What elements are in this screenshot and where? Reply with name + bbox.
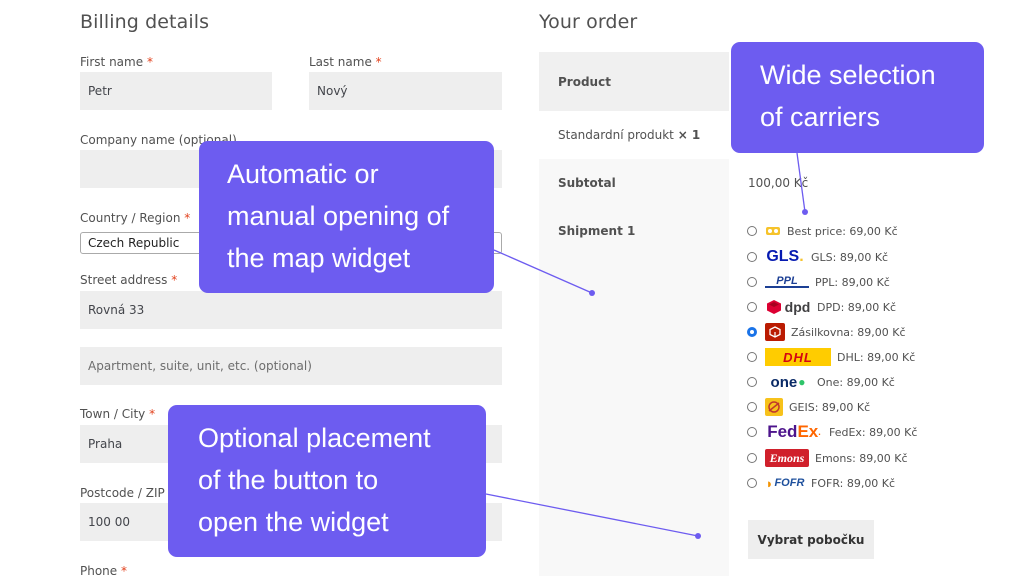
one-logo-icon: one ● (770, 373, 806, 391)
geis-logo-icon (765, 398, 783, 416)
carrier-radio[interactable] (747, 377, 757, 387)
postcode-label: Postcode / ZIP * (80, 486, 175, 500)
carrier-option-fofr[interactable]: ◗ FOFR FOFR: 89,00 Kč (747, 474, 895, 492)
order-left-column (539, 159, 729, 576)
carrier-radio[interactable] (747, 352, 757, 362)
street-field[interactable]: Rovná 33 (80, 291, 502, 329)
carrier-label: Emons: 89,00 Kč (815, 451, 908, 465)
carrier-option-dhl[interactable]: DHL DHL: 89,00 Kč (747, 348, 915, 366)
carrier-label: DHL: 89,00 Kč (837, 350, 916, 364)
callout-map-widget: Automatic or manual opening of the map w… (199, 141, 494, 293)
fedex-logo-icon: Fed Ex. (767, 422, 821, 441)
first-name-field[interactable]: Petr (80, 72, 272, 110)
product-header: Product (558, 75, 611, 89)
subtotal-value: 100,00 Kč (748, 176, 809, 190)
street-label: Street address * (80, 273, 178, 287)
carrier-label: GLS: 89,00 Kč (811, 250, 889, 264)
gls-logo-icon: GLS. (766, 248, 804, 265)
product-row: Standardní produkt × 1 (558, 128, 701, 142)
phone-label: Phone * (80, 564, 127, 576)
carrier-radio[interactable] (747, 453, 757, 463)
carriers-connector-dot (802, 209, 808, 215)
ppl-logo-icon: PPL (765, 275, 809, 288)
carrier-option-emons[interactable]: Emons Emons: 89,00 Kč (747, 449, 908, 467)
carrier-label: DPD: 89,00 Kč (817, 300, 897, 314)
carrier-option-fedex[interactable]: Fed Ex. FedEx: 89,00 Kč (747, 422, 918, 441)
callout-carriers: Wide selection of carriers (731, 42, 984, 153)
first-name-label: First name * (80, 55, 153, 69)
carrier-option-one[interactable]: one ● One: 89,00 Kč (747, 373, 895, 391)
carrier-radio-selected[interactable] (747, 327, 757, 337)
zasilkovna-logo-icon (765, 323, 785, 341)
fofr-logo-icon: ◗ FOFR (765, 475, 805, 491)
carrier-label: FOFR: 89,00 Kč (811, 476, 896, 490)
carrier-radio[interactable] (747, 226, 757, 236)
carrier-label: One: 89,00 Kč (817, 375, 895, 389)
carrier-label: PPL: 89,00 Kč (815, 275, 890, 289)
carrier-option-gls[interactable]: GLS. GLS: 89,00 Kč (747, 248, 888, 266)
country-select-value: Czech Republic (88, 236, 180, 250)
carrier-radio[interactable] (747, 302, 757, 312)
best-price-logo-icon (765, 224, 781, 238)
last-name-label: Last name * (309, 55, 382, 69)
callout-button-placement: Optional placement of the button to open… (168, 405, 486, 557)
order-heading: Your order (539, 11, 638, 33)
shipment-label: Shipment 1 (558, 224, 636, 238)
select-branch-button[interactable]: Vybrat pobočku (748, 520, 874, 559)
carrier-label: Zásilkovna: 89,00 Kč (791, 325, 906, 339)
apartment-field[interactable]: Apartment, suite, unit, etc. (optional) (80, 347, 502, 385)
carrier-option-geis[interactable]: GEIS: 89,00 Kč (747, 398, 870, 416)
emons-logo-icon: Emons (765, 449, 809, 467)
last-name-field[interactable]: Nový (309, 72, 502, 110)
dpd-logo-icon: dpd (765, 299, 811, 315)
carrier-radio[interactable] (747, 277, 757, 287)
carrier-option-zasilkovna[interactable]: Zásilkovna: 89,00 Kč (747, 323, 906, 341)
carrier-option-best-price[interactable]: Best price: 69,00 Kč (747, 222, 898, 240)
carrier-radio[interactable] (747, 402, 757, 412)
dhl-logo-icon: DHL (765, 348, 831, 366)
carrier-radio[interactable] (747, 427, 757, 437)
carrier-radio[interactable] (747, 252, 757, 262)
carrier-label: Best price: 69,00 Kč (787, 224, 898, 238)
carrier-option-dpd[interactable]: dpd DPD: 89,00 Kč (747, 298, 896, 316)
billing-heading: Billing details (80, 11, 210, 33)
country-label: Country / Region * (80, 211, 191, 225)
carrier-label: FedEx: 89,00 Kč (829, 425, 918, 439)
carrier-radio[interactable] (747, 478, 757, 488)
carrier-option-ppl[interactable]: PPL PPL: 89,00 Kč (747, 273, 890, 291)
town-label: Town / City * (80, 407, 156, 421)
subtotal-label: Subtotal (558, 176, 616, 190)
carrier-label: GEIS: 89,00 Kč (789, 400, 871, 414)
